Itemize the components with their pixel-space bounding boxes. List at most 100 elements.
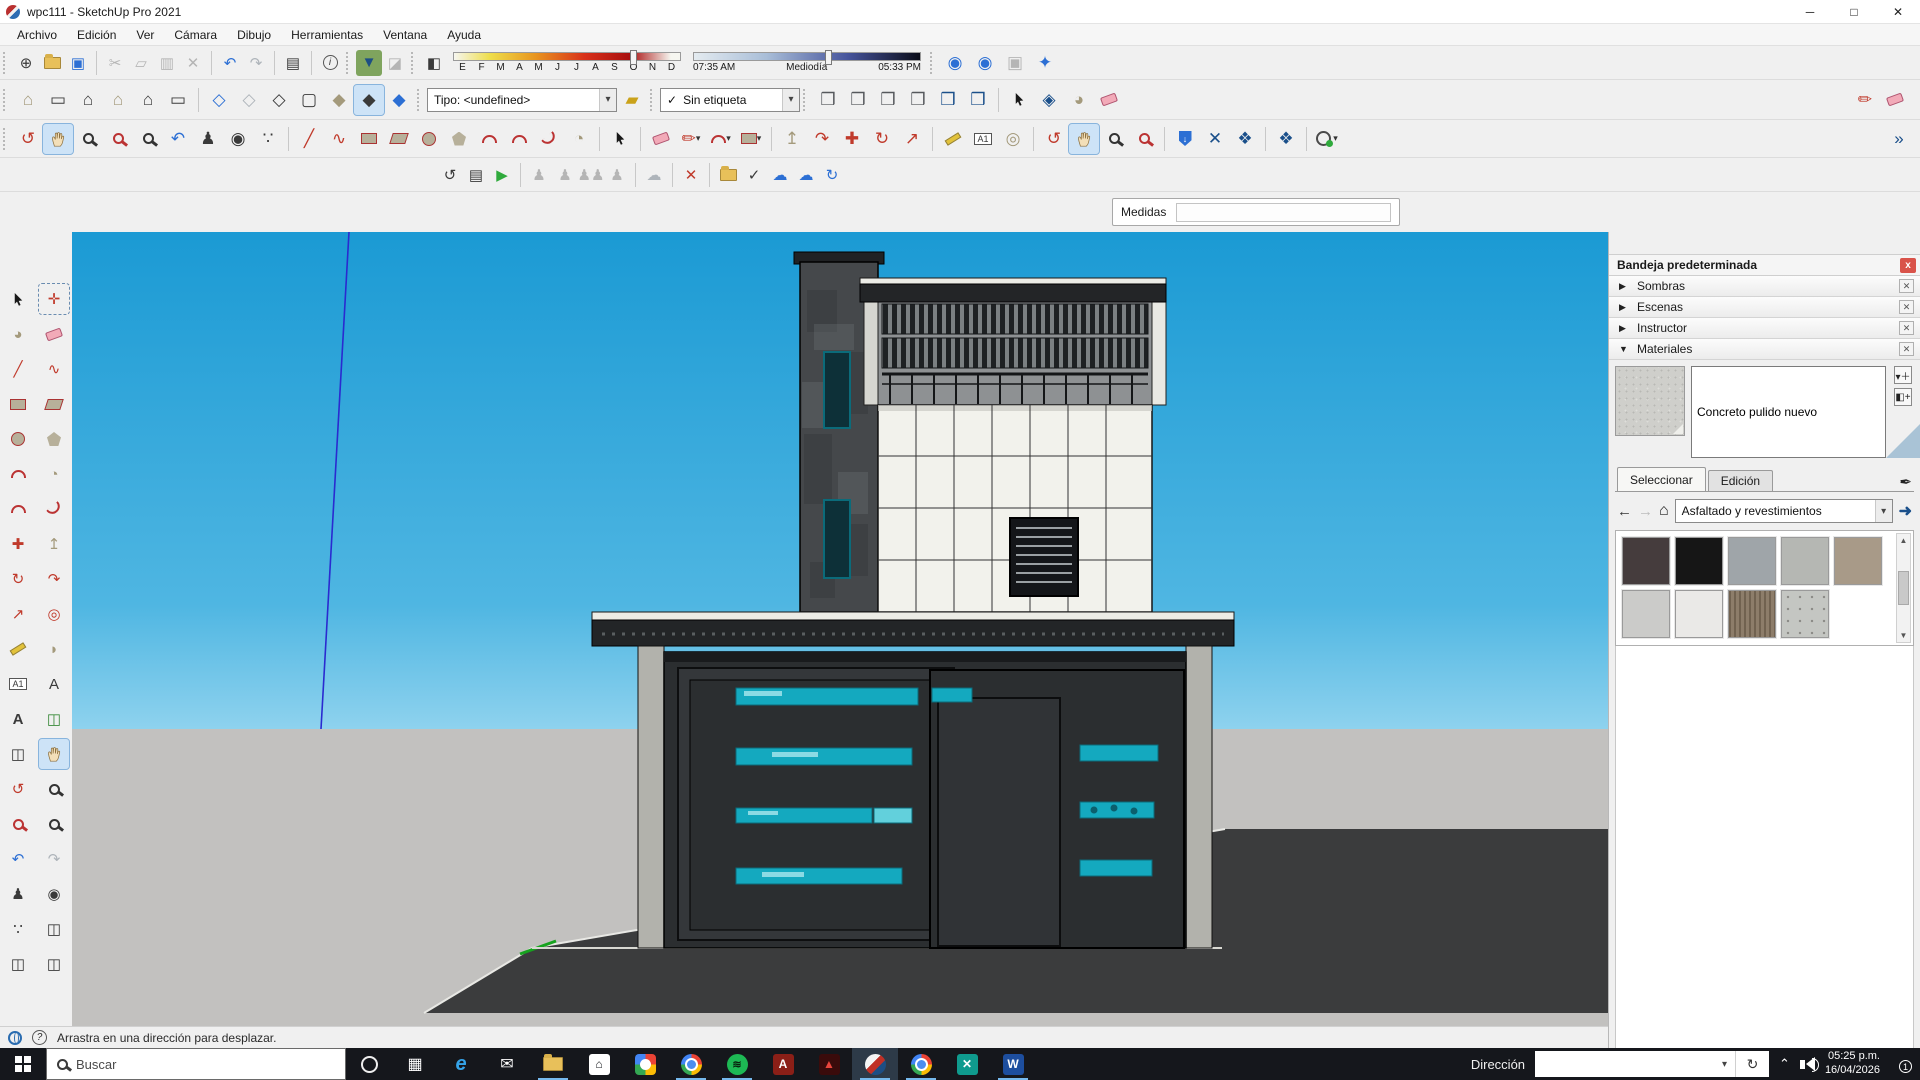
toolbar-grip[interactable]: [3, 128, 8, 150]
material-swatch[interactable]: [1622, 590, 1670, 638]
section-escenas[interactable]: ▶ Escenas ✕: [1609, 297, 1920, 318]
shadow-date-slider[interactable]: EFMAMJJASOND: [453, 52, 681, 73]
solid-trim-button[interactable]: ❒: [933, 85, 963, 115]
3d-warehouse-button[interactable]: ↓: [1170, 124, 1200, 154]
select-tool-button[interactable]: [1004, 85, 1034, 115]
style-wireframe-button[interactable]: ◇: [264, 85, 294, 115]
toolbar-grip[interactable]: [417, 89, 422, 111]
taskbar-app-store[interactable]: ⌂: [576, 1048, 622, 1080]
material-swatch[interactable]: [1728, 537, 1776, 585]
toolbar-grip[interactable]: [346, 52, 351, 74]
material-swatch[interactable]: [1781, 590, 1829, 638]
extension-warehouse-button[interactable]: ❖: [1271, 124, 1301, 154]
section-plane-tool[interactable]: ◫: [39, 704, 69, 734]
push-pull-tool[interactable]: ↥: [39, 529, 69, 559]
section-instructor[interactable]: ▶ Instructor ✕: [1609, 318, 1920, 339]
style-shaded-button[interactable]: ◆: [324, 85, 354, 115]
undo-button[interactable]: ↶: [217, 50, 243, 76]
scroll-up-icon[interactable]: ▲: [1900, 536, 1908, 545]
taskbar-app-sketchup[interactable]: [852, 1048, 898, 1080]
cut-button[interactable]: ✂: [102, 50, 128, 76]
three-point-arc-tool[interactable]: [39, 494, 69, 524]
new-folder-icon[interactable]: [715, 162, 741, 188]
view-left-button[interactable]: ▭: [163, 85, 193, 115]
shape-dropdown-button[interactable]: ▾: [736, 124, 766, 154]
start-button[interactable]: [0, 1048, 46, 1080]
toolbar-grip[interactable]: [3, 89, 8, 111]
polygon-tool[interactable]: [39, 424, 69, 454]
shadow-time-slider[interactable]: 07:35 AMMediodía05:33 PM: [693, 52, 921, 73]
tray-close-button[interactable]: x: [1900, 258, 1916, 273]
menu-herramientas[interactable]: Herramientas: [282, 26, 372, 44]
rotated-rectangle-tool-button[interactable]: [384, 124, 414, 154]
toolbar-grip[interactable]: [650, 89, 655, 111]
cortana-button[interactable]: [346, 1048, 392, 1080]
user-avatar-button[interactable]: ▾: [1312, 124, 1342, 154]
share-model-button[interactable]: ✕: [1200, 124, 1230, 154]
solid-intersect-button[interactable]: ❒: [843, 85, 873, 115]
view-top-button[interactable]: ▭: [43, 85, 73, 115]
classification-type-dropdown[interactable]: Tipo: <undefined> ▾: [427, 88, 617, 112]
two-point-arc-tool[interactable]: [3, 494, 33, 524]
close-button[interactable]: ✕: [1876, 0, 1920, 23]
simulate-icon[interactable]: ✦: [1030, 48, 1060, 78]
component-options-icon[interactable]: ◉: [970, 48, 1000, 78]
offset-tool-button[interactable]: ◎: [998, 124, 1028, 154]
chevron-down-icon[interactable]: ▾: [1875, 500, 1892, 522]
rectangle-tool[interactable]: [3, 389, 33, 419]
style-xray-button[interactable]: ◇: [204, 85, 234, 115]
menu-dibujo[interactable]: Dibujo: [228, 26, 280, 44]
chevron-down-icon[interactable]: ▾: [599, 89, 616, 111]
section-fill-toggle[interactable]: ◫: [39, 914, 69, 944]
make-component-button[interactable]: ◈: [1034, 85, 1064, 115]
action-center-button[interactable]: 1: [1890, 1054, 1914, 1074]
photo-match-off-icon[interactable]: ✕: [678, 162, 704, 188]
time-slider-handle[interactable]: [825, 50, 832, 65]
eraser-tool[interactable]: [39, 319, 69, 349]
circle-tool-button[interactable]: [414, 124, 444, 154]
axes-tool-icon[interactable]: ↺: [437, 162, 463, 188]
orbit-tool[interactable]: ↺: [3, 774, 33, 804]
section-close-icon[interactable]: ✕: [1899, 342, 1914, 356]
material-swatch[interactable]: [1675, 537, 1723, 585]
swatch-scrollbar[interactable]: ▲ ▼: [1896, 533, 1911, 643]
orbit-tool-button-2[interactable]: ↺: [1039, 124, 1069, 154]
circle-tool[interactable]: [3, 424, 33, 454]
paint-bucket-button[interactable]: ◕: [1064, 85, 1094, 115]
address-input[interactable]: ▾: [1535, 1051, 1735, 1077]
save-button[interactable]: ▣: [65, 50, 91, 76]
menu-ver[interactable]: Ver: [127, 26, 163, 44]
forward-arrow-button[interactable]: →: [1638, 503, 1653, 520]
component-attributes-icon[interactable]: ▣: [1000, 48, 1030, 78]
chevron-down-icon[interactable]: ▾: [1714, 1059, 1735, 1070]
address-refresh-button[interactable]: ↻: [1735, 1051, 1769, 1077]
validate-check-icon[interactable]: ✓: [741, 162, 767, 188]
freehand-tool[interactable]: ∿: [39, 354, 69, 384]
rotate-tool[interactable]: ↻: [3, 564, 33, 594]
taskbar-app-photos[interactable]: [622, 1048, 668, 1080]
arc-tool[interactable]: [3, 459, 33, 489]
fog-icon[interactable]: ☁: [641, 162, 667, 188]
look-around-tool[interactable]: ◉: [39, 879, 69, 909]
tray-title-bar[interactable]: Bandeja predeterminada x: [1609, 254, 1920, 276]
help-icon[interactable]: ?: [32, 1030, 47, 1045]
cloud-upload-icon[interactable]: ☁: [793, 162, 819, 188]
material-swatch[interactable]: [1728, 590, 1776, 638]
add-location-button[interactable]: ▼: [356, 50, 382, 76]
style-back-edges-button[interactable]: ◇: [234, 85, 264, 115]
view-front-button[interactable]: ⌂: [73, 85, 103, 115]
rotated-rectangle-tool[interactable]: [39, 389, 69, 419]
classifier-paint-icon[interactable]: ▰: [617, 85, 647, 115]
section-close-icon[interactable]: ✕: [1899, 300, 1914, 314]
3d-viewport[interactable]: [72, 232, 1608, 1026]
move-tool-button[interactable]: ✚: [837, 124, 867, 154]
entity-info-icon[interactable]: ▤: [463, 162, 489, 188]
offset-tool[interactable]: ◎: [39, 599, 69, 629]
dimension-tool[interactable]: A1: [3, 669, 33, 699]
refresh-icon[interactable]: ↻: [819, 162, 845, 188]
material-name-field[interactable]: [1691, 366, 1886, 458]
scale-tool-button[interactable]: ↗: [897, 124, 927, 154]
section-plane-toggle[interactable]: ◫: [39, 949, 69, 979]
display-secondary-pane-button[interactable]: ▾＋: [1894, 366, 1912, 384]
two-point-arc-tool-button[interactable]: [504, 124, 534, 154]
